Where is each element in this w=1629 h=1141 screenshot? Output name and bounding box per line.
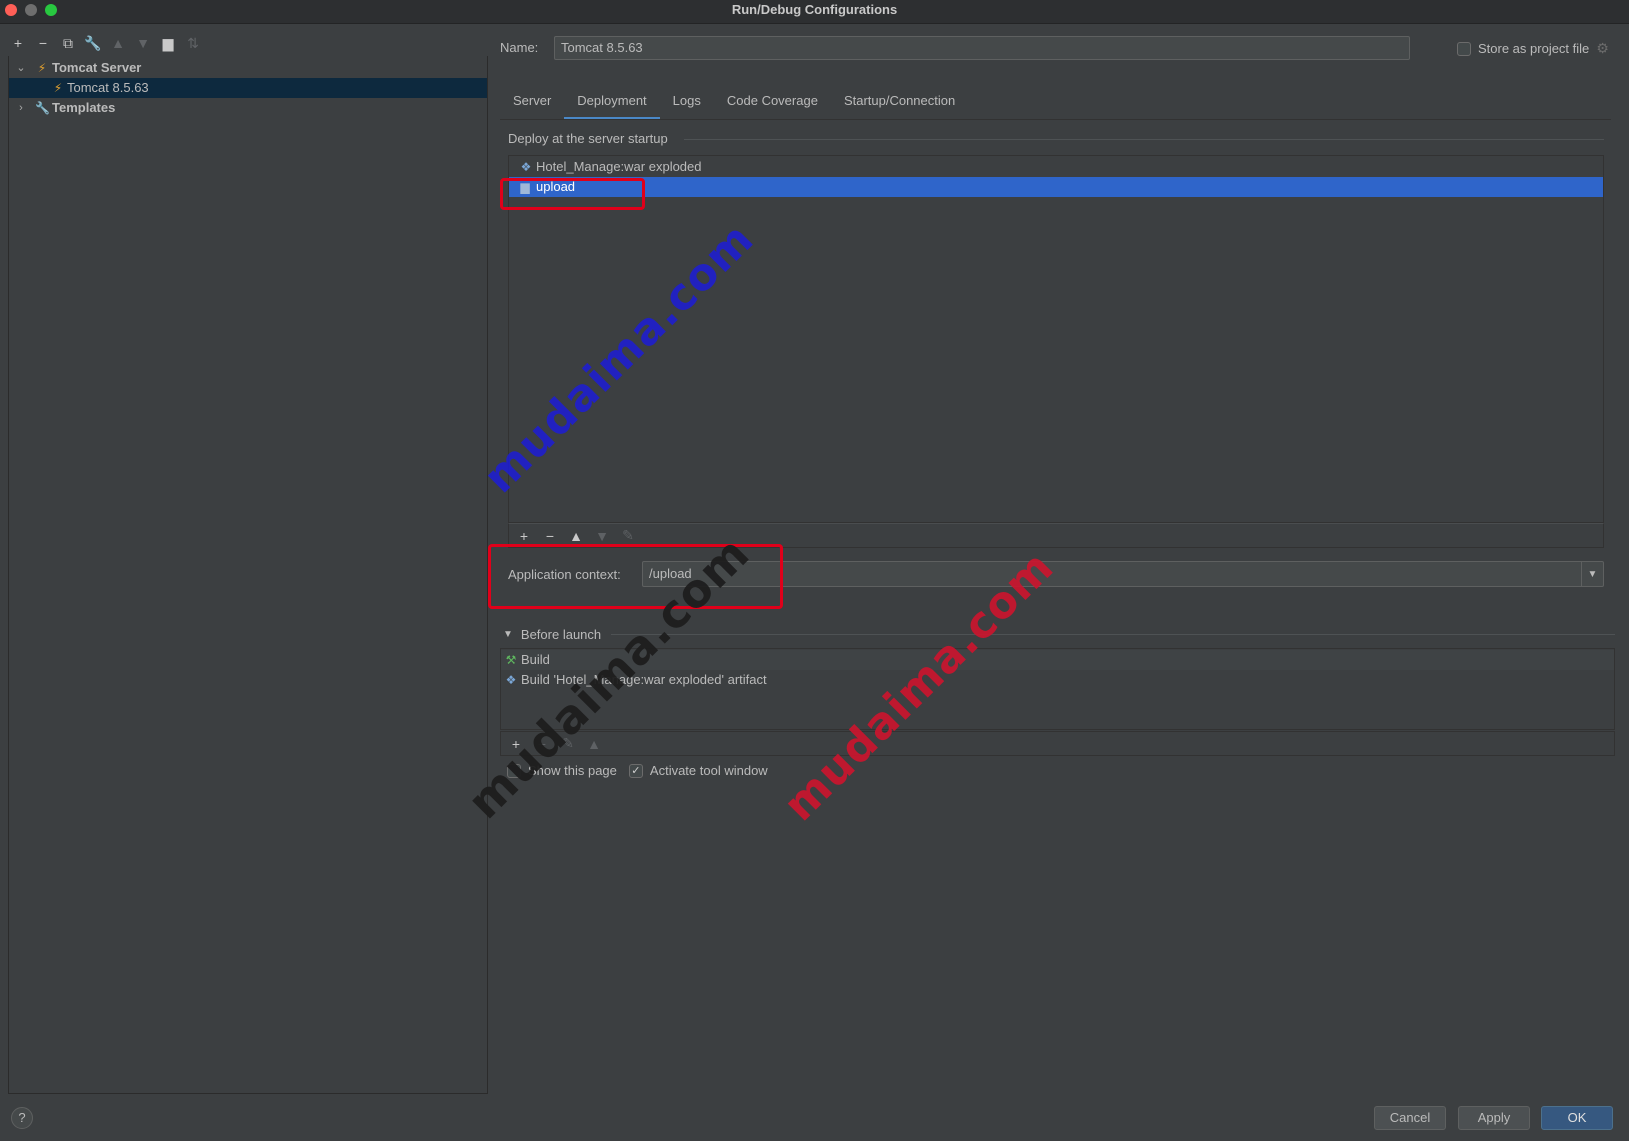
section-divider <box>684 139 1604 140</box>
ok-button[interactable]: OK <box>1541 1106 1613 1130</box>
activate-tool-window[interactable]: ✓ Activate tool window <box>628 763 768 778</box>
sort-icon[interactable]: ⇅ <box>185 35 201 51</box>
store-as-project-file[interactable]: Store as project file ⚙ <box>1457 40 1609 57</box>
tree-item-label: Tomcat Server <box>52 60 142 75</box>
list-item[interactable]: ❖ Hotel_Manage:war exploded <box>509 157 1603 177</box>
folder-icon[interactable]: ▆ <box>160 35 176 51</box>
title-bar: Run/Debug Configurations <box>0 0 1629 24</box>
move-down-icon[interactable]: ▼ <box>135 35 151 51</box>
list-item-selected[interactable]: ▆ upload <box>509 177 1603 197</box>
close-window-button[interactable] <box>5 4 17 16</box>
store-as-project-file-label: Store as project file <box>1478 41 1590 56</box>
list-item-label: Hotel_Manage:war exploded <box>536 159 702 174</box>
config-tabs: Server Deployment Logs Code Coverage Sta… <box>500 86 968 120</box>
tab-code-coverage[interactable]: Code Coverage <box>714 86 831 120</box>
tab-deployment[interactable]: Deployment <box>564 86 661 120</box>
copy-icon[interactable]: ⧉ <box>60 35 76 51</box>
artifact-icon: ❖ <box>505 673 517 687</box>
chevron-down-icon[interactable]: ⌄ <box>16 58 26 78</box>
help-button[interactable]: ? <box>11 1107 33 1129</box>
tree-item-tomcat-server[interactable]: ⌄ ⚡ Tomcat Server <box>9 58 487 78</box>
window-title: Run/Debug Configurations <box>731 2 898 17</box>
artifact-icon: ❖ <box>520 160 532 174</box>
before-launch-toolbar: + − ✎ ▲ <box>500 731 1615 756</box>
tab-startup-connection[interactable]: Startup/Connection <box>831 86 968 120</box>
apply-button[interactable]: Apply <box>1458 1106 1530 1130</box>
gear-icon[interactable]: ⚙ <box>1596 40 1609 57</box>
section-divider <box>611 634 1615 635</box>
move-up-icon[interactable]: ▲ <box>569 528 583 544</box>
move-up-icon[interactable]: ▲ <box>110 35 126 51</box>
tree-item-templates[interactable]: › 🔧 Templates <box>9 98 487 118</box>
hammer-icon: ⚒ <box>505 653 517 667</box>
before-launch-header[interactable]: ▼ Before launch <box>503 627 601 642</box>
application-context-combo[interactable]: /upload ▼ <box>642 561 1604 587</box>
wrench-icon[interactable]: 🔧 <box>84 35 101 51</box>
tree-item-label: Tomcat 8.5.63 <box>67 80 149 95</box>
tab-logs[interactable]: Logs <box>660 86 714 120</box>
name-input[interactable]: Tomcat 8.5.63 <box>554 36 1410 60</box>
remove-icon[interactable]: − <box>35 35 51 51</box>
tab-server[interactable]: Server <box>500 86 564 120</box>
chevron-down-icon[interactable]: ▼ <box>503 629 513 640</box>
list-item-label: Build <box>521 652 550 667</box>
before-launch-title: Before launch <box>520 627 602 642</box>
config-toolbar: + − ⧉ 🔧 ▲ ▼ ▆ ⇅ <box>10 33 201 53</box>
edit-icon[interactable]: ✎ <box>621 527 635 544</box>
annotation-box <box>500 178 645 210</box>
tabs-divider <box>500 119 1611 120</box>
tomcat-icon: ⚡ <box>37 61 47 75</box>
before-launch-list: ⚒ Build ❖ Build 'Hotel_Manage:war explod… <box>500 648 1615 730</box>
store-as-project-file-checkbox[interactable] <box>1457 41 1471 56</box>
minimize-window-button[interactable] <box>25 4 37 16</box>
move-up-icon[interactable]: ▲ <box>587 736 601 752</box>
wrench-icon: 🔧 <box>35 101 50 115</box>
tree-item-label: Templates <box>52 100 116 115</box>
maximize-window-button[interactable] <box>45 4 57 16</box>
activate-tool-window-label: Activate tool window <box>649 763 768 778</box>
chevron-down-icon[interactable]: ▼ <box>1581 562 1603 586</box>
config-tree: ⌄ ⚡ Tomcat Server ⚡ Tomcat 8.5.63 › 🔧 Te… <box>8 56 488 1094</box>
move-down-icon[interactable]: ▼ <box>595 528 609 544</box>
add-icon[interactable]: + <box>10 35 26 51</box>
activate-tool-window-checkbox[interactable]: ✓ <box>628 763 643 778</box>
list-item[interactable]: ❖ Build 'Hotel_Manage:war exploded' arti… <box>501 670 1614 690</box>
chevron-right-icon[interactable]: › <box>16 98 26 118</box>
name-label: Name: <box>500 40 539 55</box>
remove-icon[interactable]: − <box>543 528 557 544</box>
cancel-button[interactable]: Cancel <box>1374 1106 1446 1130</box>
tree-item-tomcat-8563[interactable]: ⚡ Tomcat 8.5.63 <box>9 78 487 98</box>
deploy-section-title: Deploy at the server startup <box>508 131 668 146</box>
tomcat-icon: ⚡ <box>53 81 63 95</box>
add-icon[interactable]: + <box>517 528 531 544</box>
